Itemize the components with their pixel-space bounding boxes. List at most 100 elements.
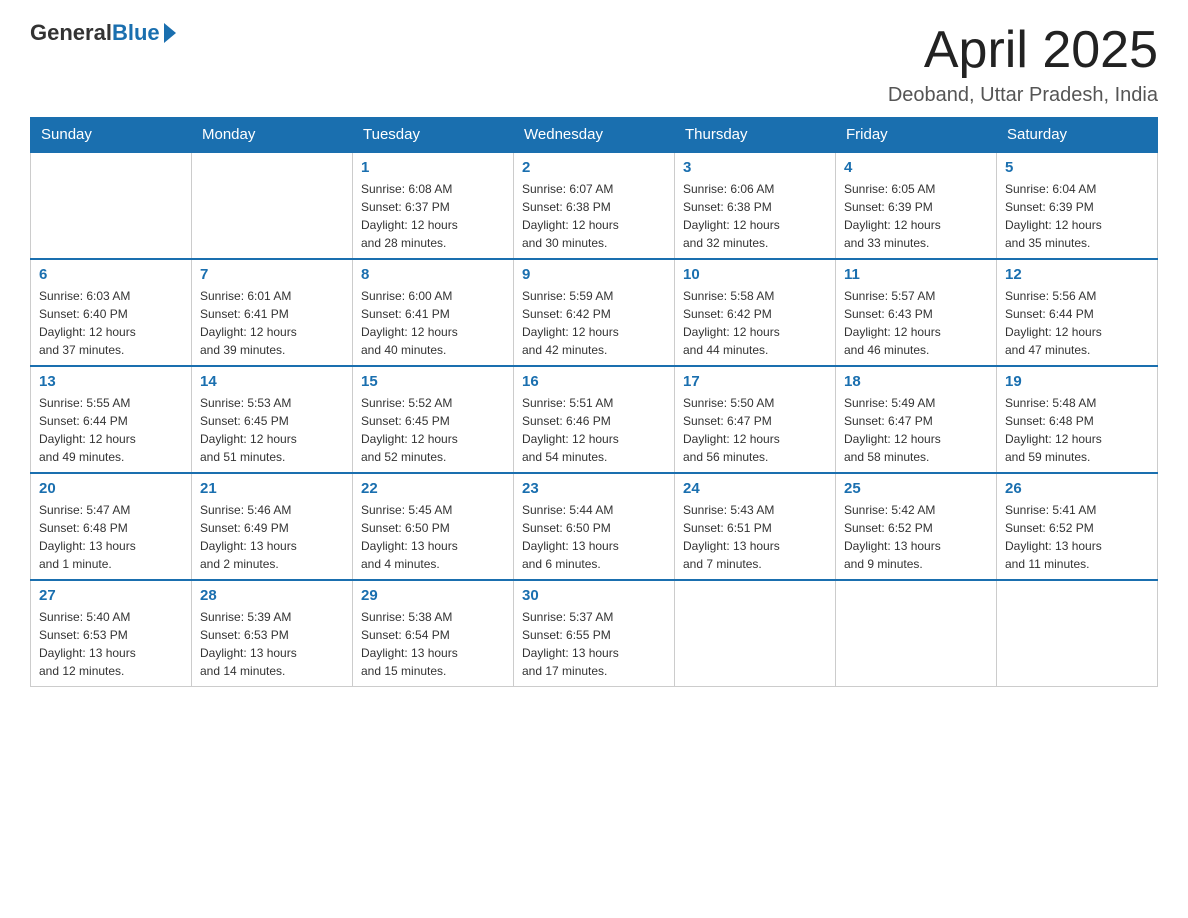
day-info: Sunrise: 5:38 AM Sunset: 6:54 PM Dayligh…	[361, 608, 505, 680]
calendar-cell: 25 Sunrise: 5:42 AM Sunset: 6:52 PM Dayli…	[836, 473, 997, 580]
logo-arrow-icon	[164, 23, 176, 43]
calendar-cell: 20 Sunrise: 5:47 AM Sunset: 6:48 PM Dayli…	[31, 473, 192, 580]
day-info: Sunrise: 5:51 AM Sunset: 6:46 PM Dayligh…	[522, 394, 666, 466]
page-header: General Blue April 2025 Deoband, Uttar P…	[30, 20, 1158, 107]
day-number: 14	[200, 373, 344, 390]
day-info: Sunrise: 6:06 AM Sunset: 6:38 PM Dayligh…	[683, 180, 827, 252]
day-number: 12	[1005, 266, 1149, 283]
day-number: 30	[522, 587, 666, 604]
calendar-cell: 22 Sunrise: 5:45 AM Sunset: 6:50 PM Dayli…	[353, 473, 514, 580]
logo-blue-text: Blue	[112, 20, 160, 46]
location-title: Deoband, Uttar Pradesh, India	[888, 84, 1158, 107]
day-number: 16	[522, 373, 666, 390]
day-number: 3	[683, 159, 827, 176]
day-number: 22	[361, 480, 505, 497]
day-info: Sunrise: 5:45 AM Sunset: 6:50 PM Dayligh…	[361, 501, 505, 573]
day-info: Sunrise: 5:40 AM Sunset: 6:53 PM Dayligh…	[39, 608, 183, 680]
day-number: 28	[200, 587, 344, 604]
calendar-cell: 12 Sunrise: 5:56 AM Sunset: 6:44 PM Dayli…	[997, 259, 1158, 366]
day-info: Sunrise: 5:46 AM Sunset: 6:49 PM Dayligh…	[200, 501, 344, 573]
calendar-cell: 11 Sunrise: 5:57 AM Sunset: 6:43 PM Dayli…	[836, 259, 997, 366]
day-number: 24	[683, 480, 827, 497]
day-info: Sunrise: 6:03 AM Sunset: 6:40 PM Dayligh…	[39, 287, 183, 359]
day-info: Sunrise: 5:39 AM Sunset: 6:53 PM Dayligh…	[200, 608, 344, 680]
calendar-cell: 9 Sunrise: 5:59 AM Sunset: 6:42 PM Daylig…	[514, 259, 675, 366]
calendar-cell: 30 Sunrise: 5:37 AM Sunset: 6:55 PM Dayli…	[514, 580, 675, 687]
day-number: 15	[361, 373, 505, 390]
calendar-cell: 7 Sunrise: 6:01 AM Sunset: 6:41 PM Daylig…	[192, 259, 353, 366]
weekday-header-monday: Monday	[192, 118, 353, 153]
calendar-week-1: 1 Sunrise: 6:08 AM Sunset: 6:37 PM Daylig…	[31, 152, 1158, 259]
day-number: 6	[39, 266, 183, 283]
day-number: 8	[361, 266, 505, 283]
day-info: Sunrise: 5:44 AM Sunset: 6:50 PM Dayligh…	[522, 501, 666, 573]
calendar-cell: 26Sunrise: 5:41 AM Sunset: 6:52 PM Dayli…	[997, 473, 1158, 580]
calendar-cell: 29 Sunrise: 5:38 AM Sunset: 6:54 PM Dayli…	[353, 580, 514, 687]
day-number: 29	[361, 587, 505, 604]
day-info: Sunrise: 6:01 AM Sunset: 6:41 PM Dayligh…	[200, 287, 344, 359]
calendar-cell: 4Sunrise: 6:05 AM Sunset: 6:39 PM Daylig…	[836, 152, 997, 259]
calendar-table: SundayMondayTuesdayWednesdayThursdayFrid…	[30, 117, 1158, 687]
day-number: 11	[844, 266, 988, 283]
calendar-cell: 15Sunrise: 5:52 AM Sunset: 6:45 PM Dayli…	[353, 366, 514, 473]
weekday-header-wednesday: Wednesday	[514, 118, 675, 153]
day-number: 25	[844, 480, 988, 497]
day-number: 23	[522, 480, 666, 497]
calendar-cell: 21 Sunrise: 5:46 AM Sunset: 6:49 PM Dayli…	[192, 473, 353, 580]
day-info: Sunrise: 6:07 AM Sunset: 6:38 PM Dayligh…	[522, 180, 666, 252]
day-info: Sunrise: 6:08 AM Sunset: 6:37 PM Dayligh…	[361, 180, 505, 252]
calendar-cell: 23 Sunrise: 5:44 AM Sunset: 6:50 PM Dayli…	[514, 473, 675, 580]
month-title: April 2025	[888, 20, 1158, 80]
day-number: 20	[39, 480, 183, 497]
day-info: Sunrise: 5:56 AM Sunset: 6:44 PM Dayligh…	[1005, 287, 1149, 359]
day-info: Sunrise: 5:42 AM Sunset: 6:52 PM Dayligh…	[844, 501, 988, 573]
title-area: April 2025 Deoband, Uttar Pradesh, India	[888, 20, 1158, 107]
weekday-header-friday: Friday	[836, 118, 997, 153]
day-number: 1	[361, 159, 505, 176]
day-number: 7	[200, 266, 344, 283]
day-info: Sunrise: 5:37 AM Sunset: 6:55 PM Dayligh…	[522, 608, 666, 680]
calendar-cell: 1 Sunrise: 6:08 AM Sunset: 6:37 PM Daylig…	[353, 152, 514, 259]
day-number: 9	[522, 266, 666, 283]
calendar-cell: 16 Sunrise: 5:51 AM Sunset: 6:46 PM Dayli…	[514, 366, 675, 473]
calendar-cell: 5Sunrise: 6:04 AM Sunset: 6:39 PM Daylig…	[997, 152, 1158, 259]
calendar-header: SundayMondayTuesdayWednesdayThursdayFrid…	[31, 118, 1158, 153]
day-number: 2	[522, 159, 666, 176]
calendar-body: 1 Sunrise: 6:08 AM Sunset: 6:37 PM Daylig…	[31, 152, 1158, 687]
day-number: 4	[844, 159, 988, 176]
weekday-header-saturday: Saturday	[997, 118, 1158, 153]
day-number: 27	[39, 587, 183, 604]
calendar-cell: 27 Sunrise: 5:40 AM Sunset: 6:53 PM Dayli…	[31, 580, 192, 687]
calendar-cell: 24 Sunrise: 5:43 AM Sunset: 6:51 PM Dayli…	[675, 473, 836, 580]
calendar-cell	[31, 152, 192, 259]
calendar-cell: 28 Sunrise: 5:39 AM Sunset: 6:53 PM Dayli…	[192, 580, 353, 687]
calendar-cell: 8 Sunrise: 6:00 AM Sunset: 6:41 PM Daylig…	[353, 259, 514, 366]
calendar-week-3: 13Sunrise: 5:55 AM Sunset: 6:44 PM Dayli…	[31, 366, 1158, 473]
day-info: Sunrise: 5:55 AM Sunset: 6:44 PM Dayligh…	[39, 394, 183, 466]
calendar-cell	[675, 580, 836, 687]
day-number: 21	[200, 480, 344, 497]
weekday-header-sunday: Sunday	[31, 118, 192, 153]
calendar-cell: 14 Sunrise: 5:53 AM Sunset: 6:45 PM Dayli…	[192, 366, 353, 473]
calendar-week-4: 20 Sunrise: 5:47 AM Sunset: 6:48 PM Dayli…	[31, 473, 1158, 580]
calendar-cell	[836, 580, 997, 687]
day-info: Sunrise: 5:47 AM Sunset: 6:48 PM Dayligh…	[39, 501, 183, 573]
day-info: Sunrise: 5:57 AM Sunset: 6:43 PM Dayligh…	[844, 287, 988, 359]
day-number: 26	[1005, 480, 1149, 497]
calendar-week-2: 6 Sunrise: 6:03 AM Sunset: 6:40 PM Daylig…	[31, 259, 1158, 366]
logo: General Blue	[30, 20, 176, 46]
day-number: 18	[844, 373, 988, 390]
calendar-cell	[997, 580, 1158, 687]
calendar-cell: 17Sunrise: 5:50 AM Sunset: 6:47 PM Dayli…	[675, 366, 836, 473]
day-info: Sunrise: 5:58 AM Sunset: 6:42 PM Dayligh…	[683, 287, 827, 359]
day-number: 19	[1005, 373, 1149, 390]
day-number: 5	[1005, 159, 1149, 176]
day-info: Sunrise: 5:53 AM Sunset: 6:45 PM Dayligh…	[200, 394, 344, 466]
calendar-week-5: 27 Sunrise: 5:40 AM Sunset: 6:53 PM Dayli…	[31, 580, 1158, 687]
day-info: Sunrise: 5:43 AM Sunset: 6:51 PM Dayligh…	[683, 501, 827, 573]
day-info: Sunrise: 6:00 AM Sunset: 6:41 PM Dayligh…	[361, 287, 505, 359]
calendar-cell: 6 Sunrise: 6:03 AM Sunset: 6:40 PM Daylig…	[31, 259, 192, 366]
day-info: Sunrise: 5:59 AM Sunset: 6:42 PM Dayligh…	[522, 287, 666, 359]
calendar-cell: 13Sunrise: 5:55 AM Sunset: 6:44 PM Dayli…	[31, 366, 192, 473]
logo-general-text: General	[30, 20, 112, 46]
